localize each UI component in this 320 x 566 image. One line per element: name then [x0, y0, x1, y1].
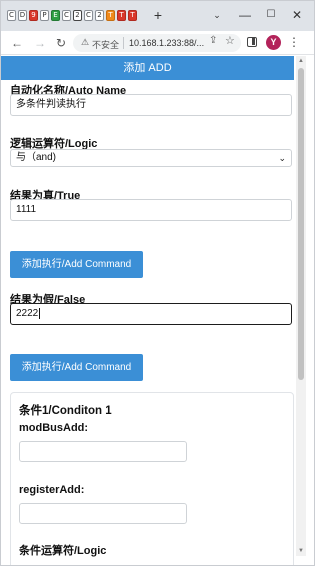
browser-window: C D 9 P E C 2 C 2 T T T + ⌄ — ☐ ✕ ← → ↻ … — [0, 0, 315, 566]
tab-favicon[interactable]: T — [128, 10, 137, 21]
modbus-add-label: modBusAdd: — [19, 422, 89, 434]
share-icon[interactable]: ⇪ — [209, 35, 217, 46]
tab-favicon[interactable]: C — [7, 10, 16, 21]
condition-logic-label: 条件运算符/Logic — [19, 545, 107, 557]
tab-favicon[interactable]: C — [84, 10, 93, 21]
insecure-label[interactable]: 不安全 — [92, 38, 119, 51]
text-caret — [39, 307, 41, 319]
tab-strip: C D 9 P E C 2 C 2 T T T + ⌄ — ☐ ✕ — [1, 1, 314, 31]
browser-toolbar: ← → ↻ ⚠ 不安全 10.168.1.233:88/... ⇪ ☆ Y ⋮ — [1, 31, 314, 55]
profile-avatar[interactable]: Y — [266, 35, 281, 50]
back-arrow-icon[interactable]: ← — [9, 35, 25, 51]
register-add-label: registerAdd: — [19, 484, 85, 496]
bookmark-star-icon[interactable]: ☆ — [225, 34, 235, 47]
tab-favicon[interactable]: 9 — [29, 10, 38, 21]
new-tab-button[interactable]: + — [151, 7, 165, 23]
register-add-input[interactable] — [19, 503, 187, 524]
tab-search-icon[interactable]: ⌄ — [205, 6, 229, 24]
scrollbar-thumb[interactable] — [298, 68, 304, 380]
tab-favicon[interactable]: P — [40, 10, 49, 21]
tab-favicon-active[interactable]: 2 — [73, 10, 82, 21]
address-divider — [123, 37, 124, 49]
condition-title: 条件1/Conditon 1 — [19, 405, 112, 417]
true-result-input[interactable]: 1111 — [10, 199, 292, 221]
scroll-up-arrow-icon[interactable]: ▲ — [296, 58, 306, 64]
close-icon[interactable]: ✕ — [285, 6, 309, 24]
chevron-down-icon: ⌄ — [278, 153, 286, 163]
more-menu-icon[interactable]: ⋮ — [288, 35, 300, 49]
reload-icon[interactable]: ↻ — [53, 35, 69, 51]
tab-favicon[interactable]: T — [106, 10, 115, 21]
forward-arrow-icon[interactable]: → — [32, 35, 48, 51]
false-result-input[interactable]: 2222 — [10, 303, 292, 325]
logic-select[interactable]: 与（and) ⌄ — [10, 149, 292, 167]
tab-favicon[interactable]: T — [117, 10, 126, 21]
minimize-icon[interactable]: — — [233, 6, 257, 24]
logic-select-value: 与（and) — [16, 152, 57, 163]
scroll-down-arrow-icon[interactable]: ▼ — [296, 548, 306, 554]
add-command-true-button[interactable]: 添加执行/Add Command — [10, 251, 143, 278]
condition-card: 条件1/Conditon 1 modBusAdd: registerAdd: 条… — [10, 392, 294, 565]
url-text[interactable]: 10.168.1.233:88/... — [129, 38, 204, 48]
tab-favicon[interactable]: E — [51, 10, 60, 21]
scrollbar[interactable]: ▲ ▼ — [296, 56, 306, 556]
modbus-add-input[interactable] — [19, 441, 187, 462]
tab-favicon-list: C D 9 P E C 2 C 2 T T T — [7, 10, 137, 21]
auto-name-input[interactable]: 多条件判读执行 — [10, 94, 292, 116]
page-header-title: 添加 ADD — [1, 56, 294, 80]
false-result-value: 2222 — [16, 308, 39, 319]
add-command-false-button[interactable]: 添加执行/Add Command — [10, 354, 143, 381]
tab-favicon[interactable]: D — [18, 10, 27, 21]
page-viewport: 添加 ADD 自动化名称/Auto Name 多条件判读执行 逻辑运算符/Log… — [1, 56, 314, 565]
side-panel-icon[interactable] — [247, 37, 257, 47]
tab-favicon[interactable]: 2 — [95, 10, 104, 21]
tab-favicon[interactable]: C — [62, 10, 71, 21]
maximize-icon[interactable]: ☐ — [259, 6, 283, 24]
warning-icon[interactable]: ⚠ — [81, 37, 89, 48]
